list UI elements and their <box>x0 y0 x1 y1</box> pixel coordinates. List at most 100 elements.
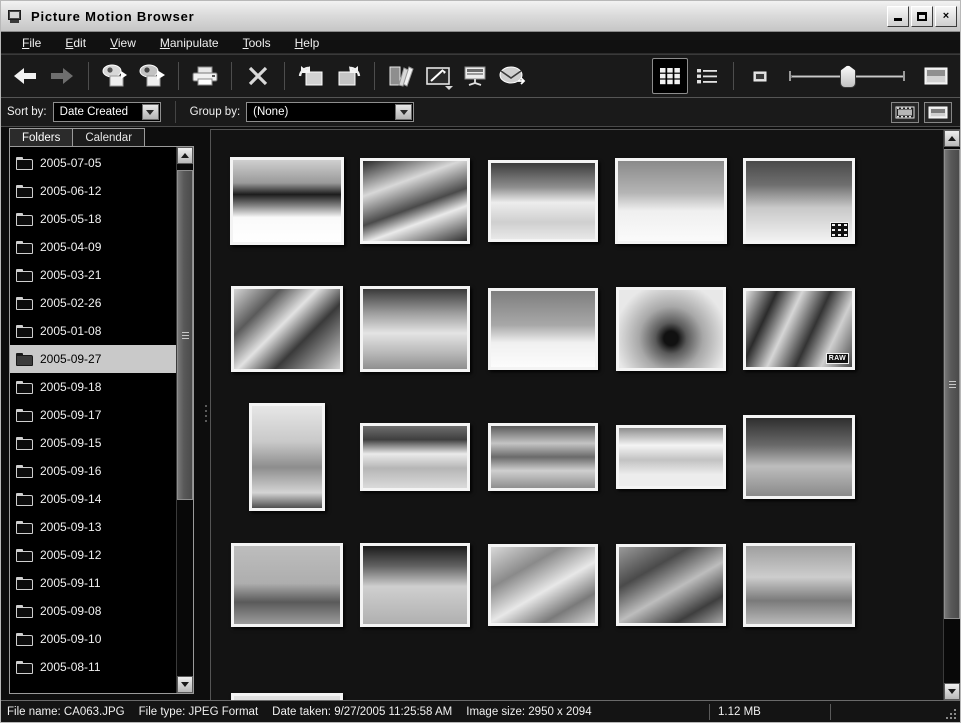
folder-item[interactable]: 2005-05-18 <box>10 205 176 233</box>
thumbnail-item[interactable] <box>479 272 607 386</box>
thumbnail-image[interactable] <box>616 544 726 626</box>
folder-item[interactable]: 2005-07-05 <box>10 149 176 177</box>
printer-icon[interactable] <box>187 58 223 94</box>
thumbnail-item[interactable] <box>223 144 351 258</box>
import-photo-icon[interactable] <box>97 58 133 94</box>
panel-splitter[interactable] <box>202 127 210 700</box>
thumbnail-image[interactable] <box>743 543 855 627</box>
thumbnail-item[interactable] <box>735 528 863 642</box>
folder-scroll-thumb[interactable] <box>177 170 193 500</box>
folder-item[interactable]: 2005-09-08 <box>10 597 176 625</box>
thumbnail-item[interactable] <box>735 144 863 258</box>
thumbnail-item[interactable] <box>223 400 351 514</box>
group-by-select[interactable]: (None) <box>246 102 415 122</box>
thumbnail-item[interactable] <box>351 400 479 514</box>
thumbnail-item[interactable] <box>607 144 735 258</box>
zoom-slider[interactable] <box>787 61 909 91</box>
menu-file[interactable]: File <box>11 33 52 53</box>
menu-manipulate[interactable]: Manipulate <box>149 33 230 53</box>
chevron-down-icon[interactable] <box>141 104 159 120</box>
scroll-up-button[interactable] <box>944 130 960 147</box>
folder-item[interactable]: 2005-09-12 <box>10 541 176 569</box>
scroll-down-button[interactable] <box>177 676 193 693</box>
minimize-button[interactable] <box>887 5 909 27</box>
thumbnail-item[interactable] <box>735 400 863 514</box>
menu-edit[interactable]: Edit <box>54 33 97 53</box>
thumbnail-image[interactable] <box>743 415 855 499</box>
folder-scroll-track[interactable] <box>177 164 193 676</box>
thumbnail-image[interactable] <box>360 286 470 372</box>
thumbnail-image[interactable] <box>231 693 343 700</box>
menu-view[interactable]: View <box>99 33 147 53</box>
thumbnail-image[interactable] <box>615 158 727 244</box>
zoom-small-button[interactable] <box>742 58 778 94</box>
film-panel-toggle-button[interactable] <box>891 101 919 123</box>
thumbnail-image[interactable] <box>488 544 598 626</box>
view-grid-button[interactable] <box>652 58 688 94</box>
menu-help[interactable]: Help <box>284 33 331 53</box>
email-photo-icon[interactable] <box>494 58 530 94</box>
thumbnail-item[interactable] <box>479 528 607 642</box>
folder-item[interactable]: 2005-06-12 <box>10 177 176 205</box>
thumbnail-image[interactable] <box>616 287 726 371</box>
thumbnail-item[interactable] <box>479 144 607 258</box>
thumbnail-item[interactable] <box>607 272 735 386</box>
thumbnail-image[interactable] <box>488 160 598 242</box>
folder-item[interactable]: 2005-08-11 <box>10 653 176 681</box>
folder-item[interactable]: 2005-09-16 <box>10 457 176 485</box>
thumbnail-image[interactable] <box>360 158 470 244</box>
thumbnail-scroll-track[interactable] <box>944 147 960 683</box>
thumbnail-item[interactable] <box>223 656 351 700</box>
menu-tools[interactable]: Tools <box>232 33 282 53</box>
thumbnail-image[interactable] <box>488 288 598 370</box>
thumbnail-image[interactable] <box>360 543 470 627</box>
chevron-down-icon[interactable] <box>395 104 413 120</box>
view-list-button[interactable] <box>689 58 725 94</box>
edit-tools-icon[interactable] <box>383 58 419 94</box>
thumbnail-item[interactable] <box>351 144 479 258</box>
zoom-large-button[interactable] <box>918 58 954 94</box>
folder-item[interactable]: 2005-09-13 <box>10 513 176 541</box>
delete-button[interactable] <box>240 58 276 94</box>
thumbnail-scrollbar[interactable] <box>943 130 960 700</box>
folder-item[interactable]: 2005-09-17 <box>10 401 176 429</box>
retouch-icon[interactable] <box>420 58 456 94</box>
thumbnail-item[interactable] <box>223 272 351 386</box>
tab-folders[interactable]: Folders <box>9 128 74 146</box>
folder-item[interactable]: 2005-09-14 <box>10 485 176 513</box>
preview-panel-toggle-button[interactable] <box>924 101 952 123</box>
zoom-slider-handle[interactable] <box>840 65 856 88</box>
thumbnail-image[interactable] <box>360 423 470 491</box>
tab-calendar[interactable]: Calendar <box>72 128 146 146</box>
forward-button[interactable] <box>44 58 80 94</box>
maximize-button[interactable] <box>911 5 933 27</box>
folder-item[interactable]: 2005-09-27 <box>10 345 176 373</box>
thumbnail-image[interactable]: RAW <box>743 288 855 370</box>
thumbnail-image[interactable] <box>488 423 598 491</box>
rotate-right-icon[interactable] <box>330 58 366 94</box>
export-photo-icon[interactable] <box>134 58 170 94</box>
thumbnail-scroll-thumb[interactable] <box>944 149 960 619</box>
thumbnail-image[interactable] <box>231 543 343 627</box>
thumbnail-item[interactable] <box>351 528 479 642</box>
thumbnail-image[interactable] <box>230 157 344 245</box>
slideshow-icon[interactable] <box>457 58 493 94</box>
thumbnail-item[interactable]: RAW <box>735 272 863 386</box>
thumbnail-item[interactable] <box>607 528 735 642</box>
scroll-up-button[interactable] <box>177 147 193 164</box>
folder-item[interactable]: 2005-09-11 <box>10 569 176 597</box>
resize-grip-icon[interactable] <box>941 704 957 720</box>
thumbnail-image[interactable] <box>249 403 325 511</box>
folder-scrollbar[interactable] <box>176 147 193 693</box>
thumbnail-grid[interactable]: RAW <box>211 130 943 700</box>
rotate-left-icon[interactable] <box>293 58 329 94</box>
thumbnail-item[interactable] <box>223 528 351 642</box>
thumbnail-item[interactable] <box>479 400 607 514</box>
folder-item[interactable]: 2005-09-10 <box>10 625 176 653</box>
folder-item[interactable]: 2005-09-18 <box>10 373 176 401</box>
folder-tree[interactable]: 2005-07-05 2005-06-12 2005-05-18 2005-04-09… <box>10 147 176 693</box>
folder-item[interactable]: 2005-09-15 <box>10 429 176 457</box>
back-button[interactable] <box>7 58 43 94</box>
thumbnail-item[interactable] <box>351 272 479 386</box>
sort-by-select[interactable]: Date Created <box>52 102 161 122</box>
